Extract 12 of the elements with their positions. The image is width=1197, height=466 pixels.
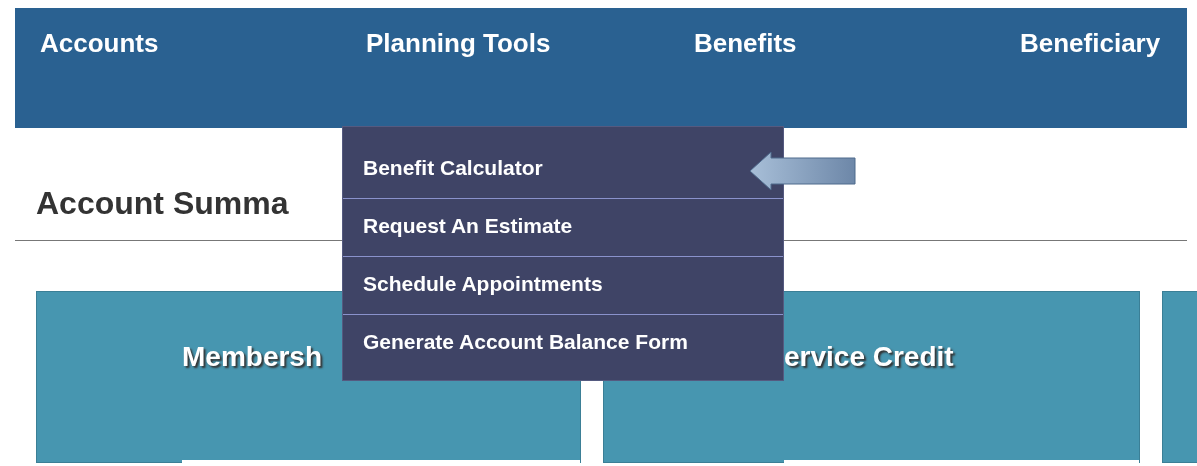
card-title: ervice Credit bbox=[784, 341, 954, 372]
page-heading: Account Summa bbox=[36, 184, 289, 223]
arrow-icon bbox=[749, 151, 857, 191]
menu-item[interactable]: Generate Account Balance Form bbox=[343, 315, 743, 372]
menu-item[interactable]: Schedule Appointments bbox=[343, 257, 743, 314]
menu-item[interactable]: Request An Estimate bbox=[343, 199, 743, 256]
nav-link[interactable]: Benefits bbox=[694, 24, 797, 63]
card-title: Membersh bbox=[182, 341, 323, 372]
menu-item[interactable]: Benefit Calculator bbox=[343, 141, 743, 198]
nav-link[interactable]: Accounts bbox=[40, 24, 159, 63]
nav-link[interactable]: Beneficiary bbox=[1020, 24, 1161, 63]
nav-link[interactable]: Planning Tools bbox=[366, 24, 551, 63]
